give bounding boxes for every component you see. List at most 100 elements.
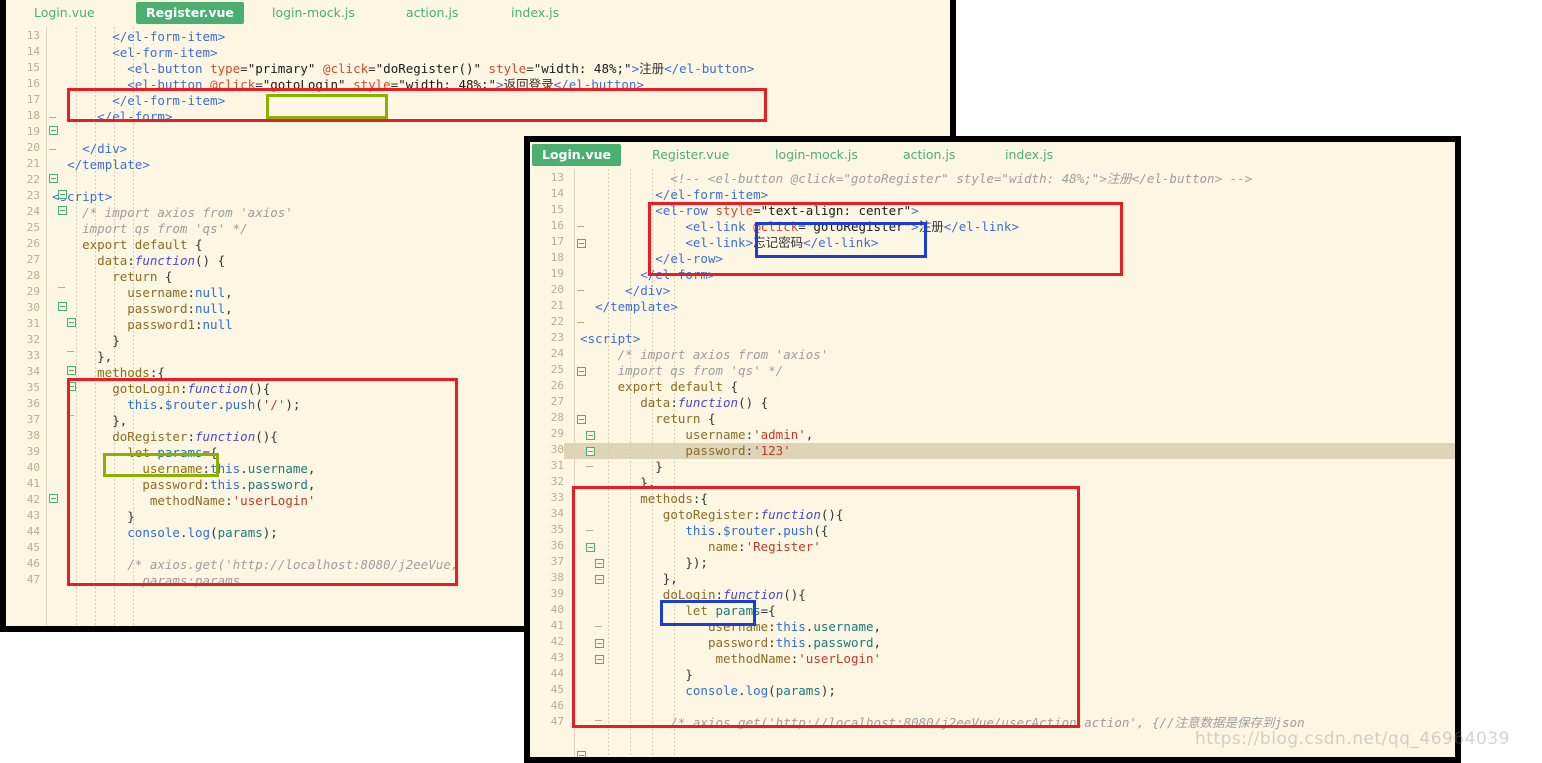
fold-marker-26-front[interactable] [577, 415, 586, 424]
tab-register-vue-back[interactable]: Register.vue [136, 2, 244, 24]
fold-marker-39-front[interactable] [595, 639, 604, 648]
line-number: 34 [550, 507, 564, 520]
fold-marker-35-front[interactable] [595, 575, 604, 584]
code-line: name:'Register' [707, 539, 821, 554]
fold-marker-47-front[interactable] [577, 751, 586, 757]
line-number: 17 [550, 235, 564, 248]
login-vue-code-area[interactable]: 13 14 15 16 17 18 19 20 21 22 23 24 25 26 27 28 29 30 31 32… [530, 169, 1455, 757]
line-number: 30 [550, 443, 564, 456]
fold-marker-27-back[interactable] [58, 190, 67, 199]
fold-marker-33-front[interactable] [586, 543, 595, 552]
fold-dash-44-front [595, 720, 602, 721]
fold-marker-23-back[interactable] [49, 126, 58, 135]
code-line: </el-form-item> [112, 93, 226, 108]
line-number: 31 [550, 459, 564, 472]
code-line: </el-form> [97, 109, 173, 124]
gutter-divider-front [574, 169, 575, 757]
line-number: 33 [26, 349, 40, 362]
line-number: 45 [26, 541, 40, 554]
fold-marker-46-back[interactable] [49, 494, 58, 503]
code-line: console.log(params); [685, 683, 836, 698]
code-line: let params={ [685, 603, 776, 618]
fold-marker-40-front[interactable] [595, 655, 604, 664]
line-number: 22 [26, 173, 40, 186]
tab-index-js-front[interactable]: index.js [995, 144, 1063, 166]
code-line: <el-link>忘记密码</el-link> [685, 235, 879, 250]
line-number: 28 [550, 411, 564, 424]
login-vue-editor-window[interactable]: Login.vue Register.vue login-mock.js act… [524, 136, 1461, 763]
line-number: 41 [26, 477, 40, 490]
line-number: 21 [550, 299, 564, 312]
code-line: <el-button type="primary" @click="doRegi… [127, 61, 755, 76]
line-number: 35 [26, 381, 40, 394]
line-number: 15 [26, 61, 40, 74]
line-number: 47 [26, 573, 40, 586]
tab-login-mock-js-back[interactable]: login-mock.js [262, 2, 365, 24]
fold-marker-28-front[interactable] [586, 447, 595, 456]
gutter-divider-back [46, 27, 47, 626]
fold-marker-27-front[interactable] [586, 431, 595, 440]
fold-marker-35-back[interactable] [67, 318, 76, 327]
line-number: 44 [26, 525, 40, 538]
line-number: 38 [26, 429, 40, 442]
line-number: 13 [26, 29, 40, 42]
fold-marker-34-front[interactable] [595, 559, 604, 568]
line-number: 37 [550, 555, 564, 568]
tab-index-js-back[interactable]: index.js [501, 2, 569, 24]
line-number: 26 [550, 379, 564, 392]
fold-marker-28-back[interactable] [58, 206, 67, 215]
tab-login-mock-js-front[interactable]: login-mock.js [765, 144, 868, 166]
fold-dash-20-front [577, 322, 584, 323]
line-number: 22 [550, 315, 564, 328]
tab-action-js-back[interactable]: action.js [396, 2, 468, 24]
line-number: 15 [550, 203, 564, 216]
fold-marker-38-back[interactable] [67, 366, 76, 375]
code-line: /* import axios from 'axios' [580, 347, 829, 362]
line-number: 18 [26, 109, 40, 122]
line-number: 36 [26, 397, 40, 410]
line-number: 43 [550, 651, 564, 664]
fold-marker-34-back[interactable] [58, 302, 67, 311]
line-number: 32 [26, 333, 40, 346]
line-number: 29 [550, 427, 564, 440]
line-number: 13 [550, 171, 564, 184]
fold-marker-15-front[interactable] [577, 239, 586, 248]
line-number: 18 [550, 251, 564, 264]
tab-register-vue-front[interactable]: Register.vue [642, 144, 739, 166]
tab-login-vue-back[interactable]: Login.vue [24, 2, 105, 24]
code-line: methodName:'userLogin' [715, 651, 882, 666]
line-number: 17 [26, 93, 40, 106]
code-line: data:function() { [640, 395, 769, 410]
tab-login-vue-front[interactable]: Login.vue [532, 144, 621, 166]
line-number: 30 [26, 301, 40, 314]
code-line: <el-link @click="gotoRegister">注册</el-li… [685, 219, 1019, 234]
code-line: </template> [595, 299, 678, 314]
line-number: 31 [26, 317, 40, 330]
fold-marker-39-back[interactable] [67, 382, 76, 391]
code-line: </el-form> [640, 267, 716, 282]
code-line: <el-form-item> [112, 45, 218, 60]
code-line: username:this.username, [707, 619, 882, 634]
tab-action-js-front[interactable]: action.js [893, 144, 965, 166]
line-number: 27 [550, 395, 564, 408]
line-number: 41 [550, 619, 564, 632]
code-line: </div> [625, 283, 671, 298]
line-number: 39 [26, 445, 40, 458]
line-number: 29 [26, 285, 40, 298]
fold-marker-26-back[interactable] [49, 174, 58, 183]
fold-marker-23-front[interactable] [577, 367, 586, 376]
line-number: 16 [550, 219, 564, 232]
code-line: </el-form-item> [655, 187, 769, 202]
fold-dash-14-front [577, 226, 584, 227]
line-number: 21 [26, 157, 40, 170]
line-number: 16 [26, 77, 40, 90]
register-window-tab-bar: Login.vue Register.vue login-mock.js act… [6, 0, 950, 27]
code-line: <el-row style="text-align: center"> [655, 203, 919, 218]
line-number: 19 [26, 125, 40, 138]
line-number: 28 [26, 269, 40, 282]
line-number: 36 [550, 539, 564, 552]
line-number: 35 [550, 523, 564, 536]
fold-dash-20-back [49, 149, 56, 150]
line-number: 34 [26, 365, 40, 378]
